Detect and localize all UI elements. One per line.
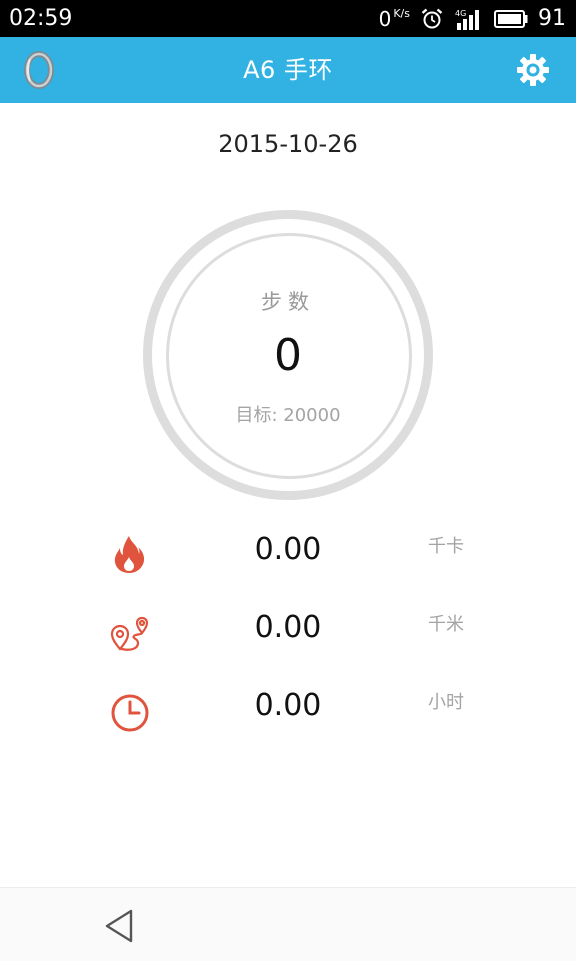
steps-label: 步数 (261, 290, 315, 314)
battery-icon (494, 9, 528, 29)
alarm-clock-icon (420, 7, 444, 31)
cellular-signal-icon: 4G (454, 7, 484, 31)
duration-unit: 小时 (428, 692, 464, 713)
distance-value: 0.00 (254, 610, 322, 645)
status-indicators: 0 K/s 4G 91 (379, 6, 566, 32)
back-triangle-icon[interactable] (100, 906, 140, 946)
settings-gear-icon[interactable] (516, 53, 550, 87)
calories-unit: 千卡 (428, 536, 464, 557)
battery-percent: 91 (538, 6, 566, 31)
route-pin-icon (108, 611, 152, 655)
network-speed-unit: K/s (393, 7, 410, 20)
navigation-bar (0, 887, 576, 961)
duration-value: 0.00 (254, 688, 322, 723)
app-title: A6 手环 (243, 56, 333, 84)
app-bar: A6 手环 (0, 37, 576, 103)
clock-icon (108, 689, 152, 733)
calories-row: 0.00 千卡 (0, 522, 576, 582)
svg-text:4G: 4G (455, 9, 466, 18)
steps-ring: 步数 0 目标: 20000 (143, 210, 433, 500)
distance-row: 0.00 千米 (0, 600, 576, 660)
duration-row: 0.00 小时 (0, 678, 576, 738)
status-bar: 02:59 0 K/s 4G 91 (0, 0, 576, 37)
network-speed: 0 K/s (379, 6, 410, 32)
distance-unit: 千米 (428, 614, 464, 635)
network-speed-value: 0 (378, 7, 392, 31)
status-time: 02:59 (9, 6, 73, 31)
date-label: 2015-10-26 (218, 130, 358, 158)
steps-goal: 目标: 20000 (235, 405, 341, 426)
flame-icon (108, 533, 152, 577)
steps-value: 0 (274, 330, 302, 381)
calories-value: 0.00 (254, 532, 322, 567)
